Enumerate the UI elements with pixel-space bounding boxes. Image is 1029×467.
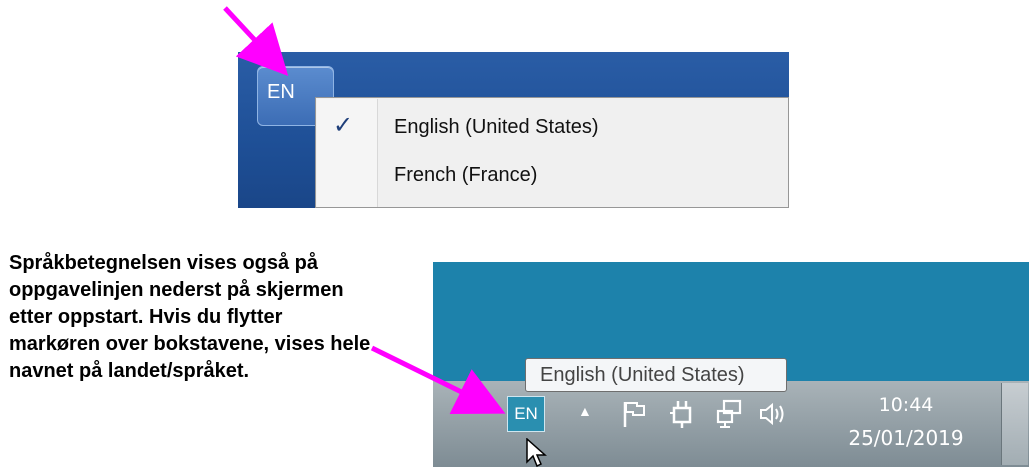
language-tooltip: English (United States): [525, 358, 787, 392]
show-desktop-button[interactable]: [1001, 383, 1028, 465]
language-code-label: EN: [267, 81, 295, 103]
speaker-icon[interactable]: [758, 400, 788, 428]
network-icon[interactable]: [715, 399, 745, 429]
clock-date: 25/01/2019: [848, 426, 964, 450]
menu-item-french-france[interactable]: French (France): [394, 164, 537, 187]
menu-item-english-united-states[interactable]: English (United States): [394, 116, 599, 139]
instruction-caption: Språkbetegnelsen vises også på oppgaveli…: [9, 252, 371, 382]
power-icon[interactable]: [668, 399, 696, 429]
checkmark-icon: ✓: [333, 112, 354, 139]
chevron-up-icon[interactable]: ▲: [578, 403, 592, 419]
tray-language-button[interactable]: EN: [507, 396, 545, 432]
language-menu: ✓ English (United States) French (France…: [315, 97, 789, 208]
taskbar-screenshot: English (United States) EN ▲ 10:44 25/01…: [433, 262, 1029, 467]
clock[interactable]: 10:44 25/01/2019: [841, 394, 971, 450]
flag-icon[interactable]: [621, 400, 647, 428]
mouse-cursor-icon: [526, 438, 547, 467]
clock-time: 10:44: [878, 394, 934, 416]
language-bar-screenshot: EN ✓ English (United States) French (Fra…: [238, 52, 789, 208]
